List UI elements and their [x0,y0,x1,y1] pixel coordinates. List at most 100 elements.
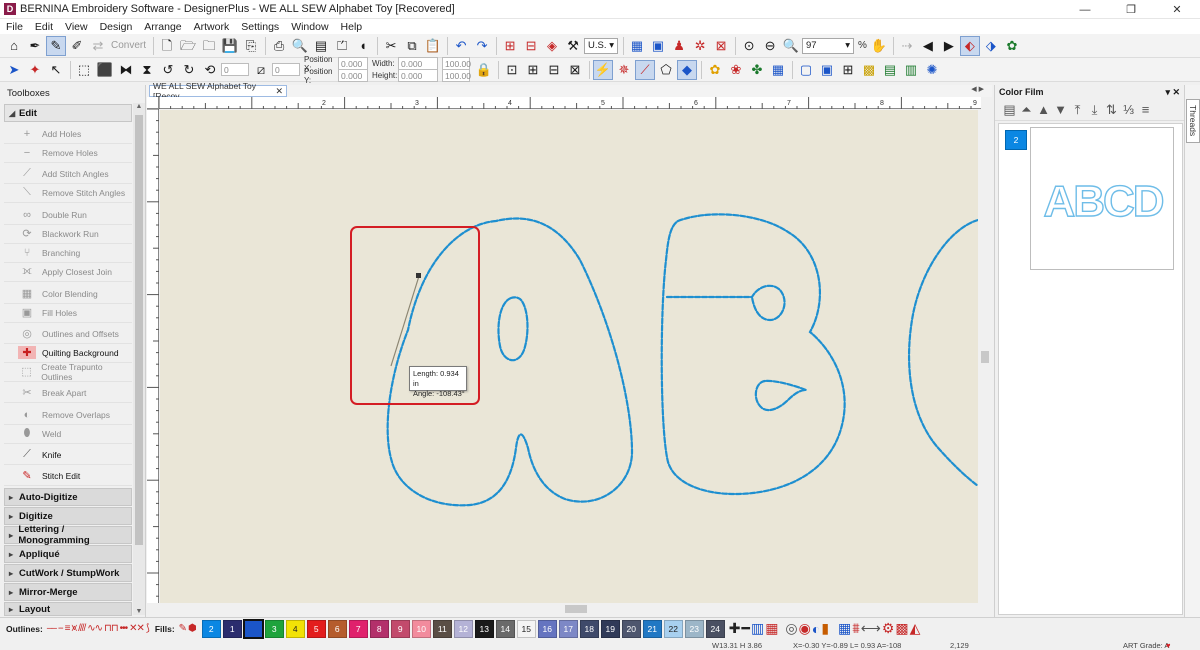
color-chip[interactable]: 2 [201,619,221,638]
outline-cross-icon[interactable]: ✕✕ [129,623,145,634]
mirror-horizontal-icon[interactable]: ⧓ [116,60,136,80]
thread-chart-icon[interactable]: ▥ [751,620,764,637]
color-chip[interactable]: 9 [390,619,410,638]
color-chip[interactable]: 7 [348,619,368,638]
color-chip[interactable]: 15 [516,619,536,638]
color-sequence-icon[interactable]: ⬖ [959,35,980,56]
move-down-icon[interactable]: ▼ [1052,102,1069,117]
minimize-button[interactable]: — [1062,0,1108,19]
tool-weld[interactable]: ⬮ Weld [4,424,132,444]
satin-icon[interactable]: ⟋ [635,59,655,80]
scroll-down-icon[interactable]: ▼ [133,608,145,615]
color-chip[interactable]: 20 [621,619,641,638]
color-chip[interactable]: 19 [600,619,620,638]
menu-settings[interactable]: Settings [241,21,279,33]
outline-triple-icon[interactable]: ≡ [65,623,71,634]
convert-button[interactable]: Convert [111,40,146,51]
color-chip[interactable]: 18 [579,619,599,638]
open-folder-icon[interactable]: 🗁 [178,36,198,56]
print-preview-icon[interactable]: 🔍 [290,36,310,56]
shape-icon[interactable]: ◭ [910,620,921,637]
color-chip[interactable]: 23 [684,619,704,638]
tool-stitch-edit[interactable]: ✎ Stitch Edit [4,466,132,486]
show-stitches-icon[interactable]: ✲ [690,36,710,56]
zoom-fit-icon[interactable]: ⊖ [760,36,780,56]
color-chip[interactable]: 3 [264,619,284,638]
color-chip[interactable]: 13 [474,619,494,638]
motif-icon[interactable]: ✿ [705,60,725,80]
tool-create-trapunto[interactable]: ⬚ Create Trapunto Outlines [4,362,132,382]
section-lettering[interactable]: ▸ Lettering / Monogramming [4,524,132,546]
remove-color-icon[interactable]: ━ [742,620,751,637]
toolbox-scrollbar[interactable]: ▲ ▼ [133,103,145,615]
section-digitize[interactable]: ▸ Digitize [4,507,132,525]
send-machine-icon[interactable]: ▤ [311,36,331,56]
menu-arrange[interactable]: Arrange [144,21,181,33]
offset-icon[interactable]: ▣ [817,60,837,80]
texture-fill-icon[interactable]: ▩ [859,60,879,80]
cut-icon[interactable]: ✂ [381,36,401,56]
crossstitch-icon[interactable]: ✤ [747,60,767,80]
document-tab[interactable]: WE ALL SEW Alphabet Toy [Recov... ✕ [149,81,287,101]
print-icon[interactable]: ⎙ [269,36,289,56]
rotate-left-icon[interactable]: ↺ [158,60,178,80]
outline-wave-icon[interactable]: ∿∿ [87,623,103,634]
open-recent-icon[interactable]: 🗀 [199,36,219,56]
lock-aspect-icon[interactable]: 🔒 [474,60,494,80]
tool-outlines-offsets[interactable]: ◎ Outlines and Offsets [4,324,132,344]
scrollbar-thumb[interactable] [981,351,989,363]
star-shape-icon[interactable]: ✵ [614,60,634,80]
zoom-select[interactable]: 97 ▾ [802,37,855,54]
move-up-icon[interactable]: ▲ [1035,102,1052,117]
outline-candle-icon[interactable]: ••• [120,623,128,634]
section-cutwork[interactable]: ▸ CutWork / StumpWork [4,564,132,582]
unlock-icon[interactable]: ⊠ [565,60,585,80]
resize-icon[interactable]: ⬚ [74,60,94,80]
color-chip[interactable]: 24 [705,619,725,638]
color-chip[interactable]: 21 [642,619,662,638]
menu-edit[interactable]: Edit [35,21,53,33]
tool-add-holes[interactable]: + Add Holes [4,124,132,144]
ungroup-icon[interactable]: ⊞ [523,60,543,80]
undo-icon[interactable]: ↶ [451,36,471,56]
color-chip[interactable] [242,618,264,639]
rotate-right-icon[interactable]: ↻ [179,60,199,80]
color-film-list[interactable]: 2 ABCD [998,123,1183,615]
grid-fill-icon[interactable]: ▦ [768,60,788,80]
select-polygon-icon[interactable]: ✦ [25,60,45,80]
show-more-icon[interactable]: ✿ [1002,36,1022,56]
color-chip[interactable]: 6 [327,619,347,638]
outline-dashed-icon[interactable]: -- [58,623,64,634]
move-first-icon[interactable]: ⏶ [1018,102,1035,118]
embroidery-design[interactable] [160,110,978,603]
sculpture-fill-icon[interactable]: ▥ [901,60,921,80]
design-thumbnail[interactable]: ABCD [1030,127,1174,270]
grid-view-icon[interactable]: ▦ [838,620,851,637]
position-y-field[interactable]: 0.000 [338,69,368,82]
stitch-type-icon[interactable]: ⚡ [593,59,613,80]
slant-field[interactable]: 0 [272,63,300,76]
color-swatch[interactable]: 2 [1005,130,1027,150]
outline-icon[interactable]: ▢ [796,60,816,80]
generate-stitches-icon[interactable]: ⊞ [500,36,520,56]
rotate-free-icon[interactable]: ⟲ [200,60,220,80]
measure-icon[interactable]: ⟷ [861,620,881,637]
scrollbar-thumb[interactable] [565,605,587,613]
canvas-horizontal-scrollbar[interactable] [159,603,979,615]
section-mirror-merge[interactable]: ▸ Mirror-Merge [4,583,132,601]
letter-a-hole[interactable] [497,296,529,362]
artwork-mode-icon[interactable]: ✐ [67,36,87,56]
height-field[interactable]: 0.000 [398,69,438,82]
embroidery-mode-icon[interactable]: ✎ [46,35,66,56]
fill-bucket-icon[interactable]: ⬢ [188,623,197,634]
menu-design[interactable]: Design [100,21,133,33]
letter-b-outline[interactable] [660,213,846,496]
lock-icon[interactable]: ⊟ [544,60,564,80]
object-properties-icon[interactable]: ⬗ [981,36,1001,56]
group-icon[interactable]: ⊡ [502,60,522,80]
import-icon[interactable]: ⊟ [521,36,541,56]
design-canvas[interactable]: Length: 0.934 in Angle: -108.43° [160,110,978,603]
select-arrow-icon[interactable]: ➤ [4,60,24,80]
letter-b-top-hole[interactable] [665,284,786,322]
ripple-fill-icon[interactable]: ▤ [880,60,900,80]
